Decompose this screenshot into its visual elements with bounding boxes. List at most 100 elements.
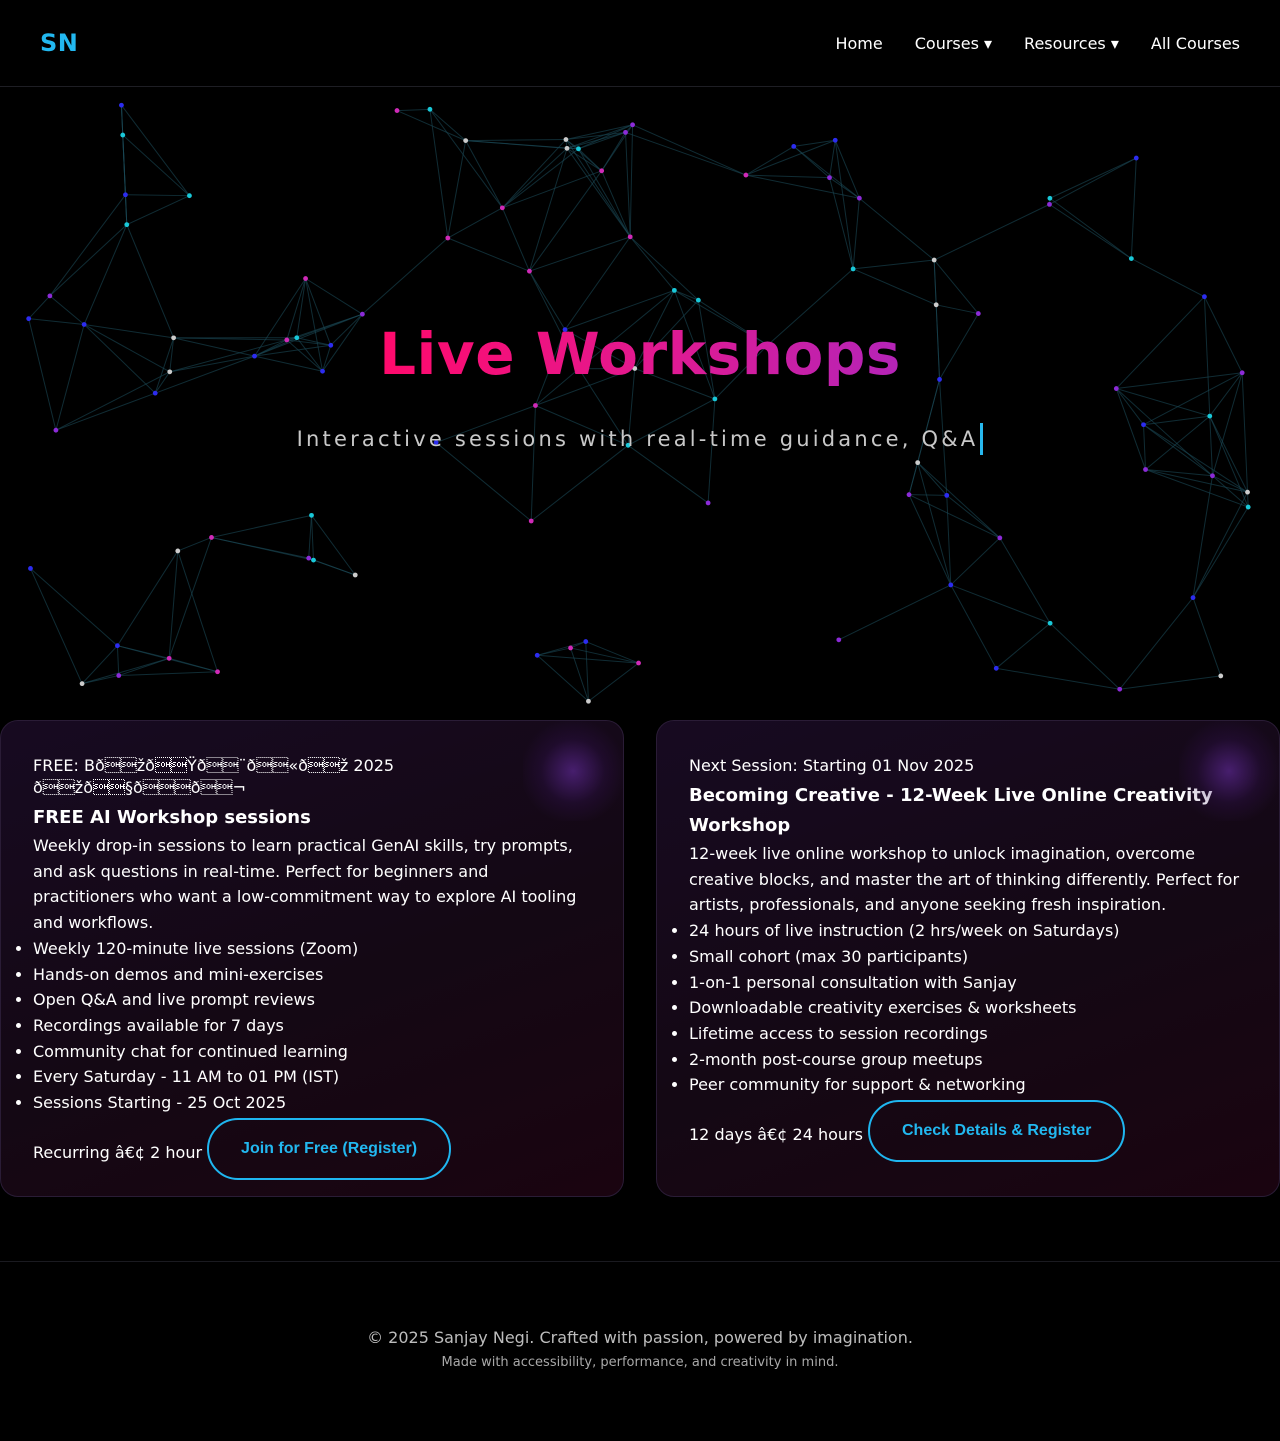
network-line bbox=[305, 278, 363, 315]
network-line bbox=[83, 224, 128, 325]
network-node bbox=[975, 311, 981, 316]
network-line bbox=[1049, 197, 1132, 260]
nav-courses-dropdown[interactable]: Courses ▾ bbox=[915, 34, 992, 53]
nav-all-courses[interactable]: All Courses bbox=[1151, 34, 1240, 53]
network-line bbox=[1119, 675, 1221, 690]
list-item: Peer community for support & networking bbox=[689, 1072, 1247, 1098]
list-item: 1-on-1 personal consultation with Sanjay bbox=[689, 970, 1247, 996]
network-node bbox=[1190, 595, 1196, 601]
network-node bbox=[79, 681, 85, 687]
network-line bbox=[311, 515, 356, 576]
check-details-register-button[interactable]: Check Details & Register bbox=[867, 1100, 1126, 1163]
network-node bbox=[47, 293, 53, 299]
list-item: Weekly 120-minute live sessions (Zoom) bbox=[33, 936, 591, 962]
join-free-register-button[interactable]: Join for Free (Register) bbox=[207, 1117, 452, 1180]
network-line bbox=[629, 124, 634, 237]
network-line bbox=[565, 139, 631, 238]
network-line bbox=[529, 170, 603, 272]
network-line bbox=[501, 139, 567, 209]
list-item: Recordings available for 7 days bbox=[33, 1013, 591, 1039]
network-node bbox=[623, 129, 628, 135]
network-line bbox=[447, 207, 503, 239]
network-line bbox=[1145, 469, 1249, 508]
workshop-description: 12-week live online workshop to unlock i… bbox=[689, 844, 1240, 915]
network-node bbox=[1047, 201, 1052, 207]
feature-list: Weekly 120-minute live sessions (Zoom) H… bbox=[33, 936, 591, 1116]
network-node bbox=[528, 518, 534, 524]
network-line bbox=[529, 236, 631, 272]
network-line bbox=[1119, 597, 1194, 690]
network-line bbox=[362, 237, 449, 315]
network-node bbox=[915, 460, 921, 466]
network-line bbox=[447, 140, 467, 239]
hero: Live Workshops Interactive sessions with… bbox=[0, 320, 1280, 456]
network-node bbox=[311, 557, 316, 563]
network-line bbox=[81, 645, 118, 684]
workshop-card-becoming-creative: Next Session: Starting 01 Nov 2025 Becom… bbox=[656, 720, 1280, 1197]
network-node bbox=[1245, 504, 1251, 510]
network-line bbox=[502, 148, 579, 209]
network-line bbox=[629, 236, 699, 301]
network-line bbox=[396, 108, 430, 112]
card-footer: 12 days â€¢ 24 hours Check Details & Reg… bbox=[689, 1100, 1247, 1163]
network-node bbox=[534, 652, 540, 658]
network-line bbox=[999, 537, 1051, 624]
network-node bbox=[499, 205, 505, 211]
network-line bbox=[601, 170, 631, 238]
nav-home[interactable]: Home bbox=[835, 34, 882, 53]
list-item: Open Q&A and live prompt reviews bbox=[33, 987, 591, 1013]
network-node bbox=[931, 257, 937, 263]
network-line bbox=[502, 147, 568, 209]
network-node bbox=[583, 639, 589, 644]
network-node bbox=[856, 195, 862, 201]
network-node bbox=[599, 168, 605, 174]
network-node bbox=[115, 643, 120, 649]
network-node bbox=[906, 492, 912, 498]
network-line bbox=[30, 568, 83, 684]
list-item: Small cohort (max 30 participants) bbox=[689, 944, 1247, 970]
network-node bbox=[1117, 686, 1123, 692]
network-node bbox=[119, 102, 124, 108]
network-line bbox=[168, 537, 212, 659]
nav-resources-dropdown[interactable]: Resources ▾ bbox=[1024, 34, 1119, 53]
network-node bbox=[743, 172, 749, 178]
network-line bbox=[169, 657, 218, 673]
network-line bbox=[1131, 258, 1205, 298]
network-node bbox=[215, 669, 220, 675]
network-node bbox=[427, 106, 433, 112]
network-node bbox=[944, 492, 950, 498]
network-line bbox=[124, 194, 128, 225]
network-line bbox=[1049, 157, 1137, 199]
network-line bbox=[859, 197, 935, 261]
network-line bbox=[429, 108, 466, 141]
network-node bbox=[1133, 155, 1139, 161]
logo[interactable]: SN bbox=[40, 29, 78, 57]
feature-list: 24 hours of live instruction (2 hrs/week… bbox=[689, 918, 1247, 1098]
network-line bbox=[853, 259, 935, 270]
network-node bbox=[563, 137, 569, 142]
network-line bbox=[632, 124, 747, 176]
network-node bbox=[564, 145, 570, 151]
network-line bbox=[177, 550, 219, 672]
network-node bbox=[1202, 294, 1207, 300]
workshop-title: FREE AI Workshop sessions bbox=[33, 807, 311, 828]
network-node bbox=[175, 548, 181, 554]
network-line bbox=[588, 662, 639, 702]
network-node bbox=[1210, 473, 1215, 479]
network-line bbox=[950, 537, 1001, 586]
network-line bbox=[793, 139, 836, 147]
card-glow bbox=[523, 721, 623, 821]
network-node bbox=[123, 192, 128, 198]
hero-subtitle-wrap: Interactive sessions with real-time guid… bbox=[0, 422, 1280, 456]
network-node bbox=[705, 500, 711, 506]
network-node bbox=[209, 535, 214, 540]
network-node bbox=[309, 512, 314, 518]
network-line bbox=[829, 140, 836, 178]
network-line bbox=[1192, 506, 1249, 598]
network-line bbox=[30, 568, 118, 647]
network-line bbox=[396, 110, 466, 142]
network-line bbox=[310, 515, 315, 561]
card-glow bbox=[1179, 721, 1279, 821]
network-node bbox=[568, 645, 573, 651]
network-line bbox=[49, 224, 128, 297]
